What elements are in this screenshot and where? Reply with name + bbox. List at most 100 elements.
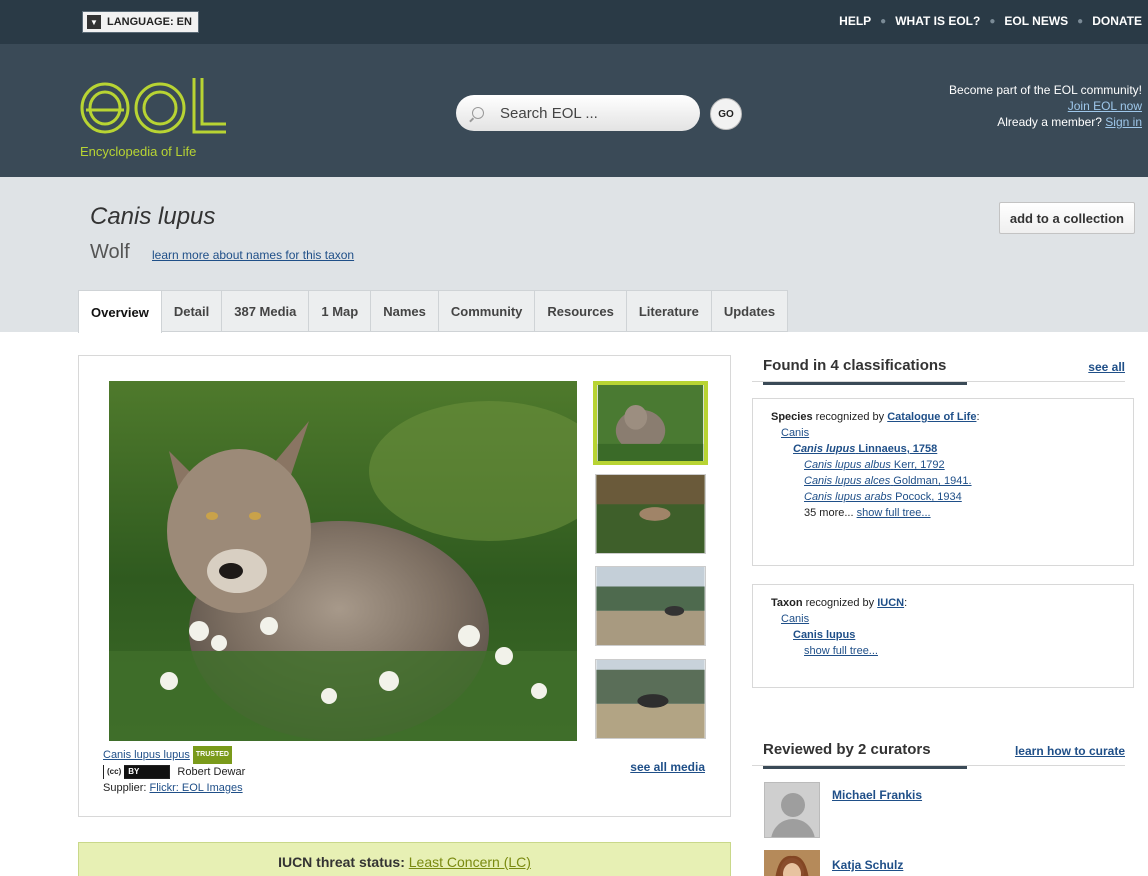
species-link[interactable]: Canis lupus <box>793 629 855 641</box>
classifications-title: Found in 4 classifications <box>763 357 947 374</box>
species-author: Linnaeus, 1758 <box>858 443 938 455</box>
subspecies-link-1[interactable]: Canis lupus albus Kerr, 1792 <box>804 459 945 471</box>
show-full-tree-link[interactable]: show full tree... <box>804 645 878 657</box>
media-thumbnail-1[interactable] <box>593 381 708 465</box>
subspecies-link-3[interactable]: Canis lupus arabs Pocock, 1934 <box>804 491 962 503</box>
add-to-collection-button[interactable]: add to a collection <box>998 202 1135 234</box>
section-divider <box>752 381 1125 382</box>
what-is-eol-link[interactable]: WHAT IS EOL? <box>895 14 980 28</box>
subspecies-name-1: Canis lupus albus <box>804 459 891 471</box>
supplier-link[interactable]: Flickr: EOL Images <box>149 782 242 794</box>
subspecies-name-2: Canis lupus alces <box>804 475 891 487</box>
eol-news-link[interactable]: EOL NEWS <box>1004 14 1068 28</box>
main-wolf-photo[interactable] <box>109 381 577 741</box>
tab-resources[interactable]: Resources <box>535 290 627 332</box>
iucn-status-bar: IUCN threat status: Least Concern (LC) <box>78 842 731 876</box>
top-bar: ▼ LANGUAGE: EN HELP ● WHAT IS EOL? ● EOL… <box>0 0 1148 44</box>
iucn-classification-box: Taxon recognized by IUCN: Canis Canis lu… <box>752 584 1134 688</box>
learn-to-curate-link[interactable]: learn how to curate <box>1015 744 1125 758</box>
section-divider <box>752 765 1125 766</box>
common-name: Wolf <box>90 241 130 263</box>
catalogue-of-life-link[interactable]: Catalogue of Life <box>887 411 976 423</box>
search-icon <box>472 107 484 119</box>
classifications-heading: Found in 4 classifications see all <box>752 357 1125 385</box>
subspecies-author-3: Pocock, 1934 <box>895 491 962 503</box>
recognized-by-text: recognized by <box>815 411 885 423</box>
iucn-source-link[interactable]: IUCN <box>877 597 904 609</box>
subspecies-name-3: Canis lupus arabs <box>804 491 893 503</box>
cc-by-license-icon: (cc) BY <box>103 764 171 781</box>
species-link[interactable]: Canis lupus Linnaeus, 1758 <box>793 443 937 455</box>
tab-map[interactable]: 1 Map <box>309 290 372 332</box>
curator-name-link[interactable]: Michael Frankis <box>832 788 922 802</box>
curator-card: Michael Frankis <box>764 782 922 838</box>
taxon-tabs: Overview Detail 387 Media 1 Map Names Co… <box>78 290 789 333</box>
more-count: 35 more... <box>804 507 854 519</box>
language-label: LANGUAGE: EN <box>107 16 192 28</box>
search-input[interactable]: Search EOL ... <box>456 95 700 131</box>
genus-link[interactable]: Canis <box>781 427 809 439</box>
col-classification-box: Species recognized by Catalogue of Life:… <box>752 398 1134 566</box>
site-header: Encyclopedia of Life Search EOL ... GO B… <box>0 44 1148 177</box>
subspecies-author-1: Kerr, 1792 <box>893 459 945 471</box>
genus-link[interactable]: Canis <box>781 613 809 625</box>
curator-avatar-photo[interactable] <box>764 850 820 876</box>
curators-heading: Reviewed by 2 curators learn how to cura… <box>752 741 1125 769</box>
by-label: BY <box>124 766 170 779</box>
heading-underline <box>763 766 967 769</box>
curator-name-link[interactable]: Katja Schulz <box>832 858 903 872</box>
sign-in-link[interactable]: Sign in <box>1105 115 1142 129</box>
tab-media[interactable]: 387 Media <box>222 290 310 332</box>
top-nav: HELP ● WHAT IS EOL? ● EOL NEWS ● DONATE <box>839 14 1142 28</box>
rank-label: Species <box>771 411 813 423</box>
donate-link[interactable]: DONATE <box>1092 14 1142 28</box>
media-author: Robert Dewar <box>177 766 246 778</box>
tab-overview[interactable]: Overview <box>78 290 162 333</box>
eol-logo[interactable] <box>78 66 228 146</box>
join-link[interactable]: Join EOL now <box>1068 99 1142 113</box>
media-thumbnail-3[interactable] <box>595 566 706 646</box>
search-go-button[interactable]: GO <box>710 98 742 130</box>
media-thumbnail-4[interactable] <box>595 659 706 739</box>
tab-community[interactable]: Community <box>438 290 536 332</box>
show-full-tree-link[interactable]: show full tree... <box>857 507 931 519</box>
separator-dot-icon: ● <box>880 15 887 27</box>
media-caption: Canis lupus lupus TRUSTED (cc) BY Robert… <box>103 746 245 796</box>
join-prompt: Become part of the EOL community! <box>949 83 1142 97</box>
separator-dot-icon: ● <box>1077 15 1084 27</box>
media-thumbnail-2[interactable] <box>595 474 706 554</box>
species-name: Canis lupus <box>793 443 856 455</box>
names-info-link[interactable]: learn more about names for this taxon <box>152 248 354 262</box>
subspecies-author-2: Goldman, 1941. <box>893 475 972 487</box>
join-panel: Become part of the EOL community! Join E… <box>949 82 1142 130</box>
tab-detail[interactable]: Detail <box>161 290 223 332</box>
trusted-badge: TRUSTED <box>192 746 232 764</box>
see-all-classifications-link[interactable]: see all <box>1088 360 1125 374</box>
taxon-header: Canis lupus Wolf learn more about names … <box>0 177 1148 333</box>
search-placeholder: Search EOL ... <box>500 104 598 122</box>
iucn-label: IUCN threat status: <box>278 854 405 870</box>
heading-underline <box>763 382 967 385</box>
subspecies-link-2[interactable]: Canis lupus alces Goldman, 1941. <box>804 475 972 487</box>
separator-dot-icon: ● <box>989 15 996 27</box>
curator-card: Katja Schulz <box>764 850 903 876</box>
tab-names[interactable]: Names <box>371 290 439 332</box>
supplier-label: Supplier: <box>103 782 147 794</box>
language-selector[interactable]: ▼ LANGUAGE: EN <box>82 11 199 33</box>
help-link[interactable]: HELP <box>839 14 871 28</box>
media-panel: Canis lupus lupus TRUSTED (cc) BY Robert… <box>78 355 731 817</box>
see-all-media-link[interactable]: see all media <box>630 760 705 774</box>
tab-literature[interactable]: Literature <box>626 290 712 332</box>
recognized-by-text: recognized by <box>805 597 875 609</box>
cc-label: (cc) <box>104 764 125 781</box>
tab-updates[interactable]: Updates <box>711 290 789 332</box>
member-prompt: Already a member? <box>997 115 1102 129</box>
caret-down-icon: ▼ <box>87 15 101 29</box>
site-tagline: Encyclopedia of Life <box>80 144 197 159</box>
rank-label: Taxon <box>771 597 803 609</box>
iucn-status-link[interactable]: Least Concern (LC) <box>409 854 531 870</box>
caption-taxon-link[interactable]: Canis lupus lupus <box>103 749 190 761</box>
avatar-placeholder-icon[interactable] <box>764 782 820 838</box>
scientific-name: Canis lupus <box>90 203 216 230</box>
curators-title: Reviewed by 2 curators <box>763 741 931 758</box>
